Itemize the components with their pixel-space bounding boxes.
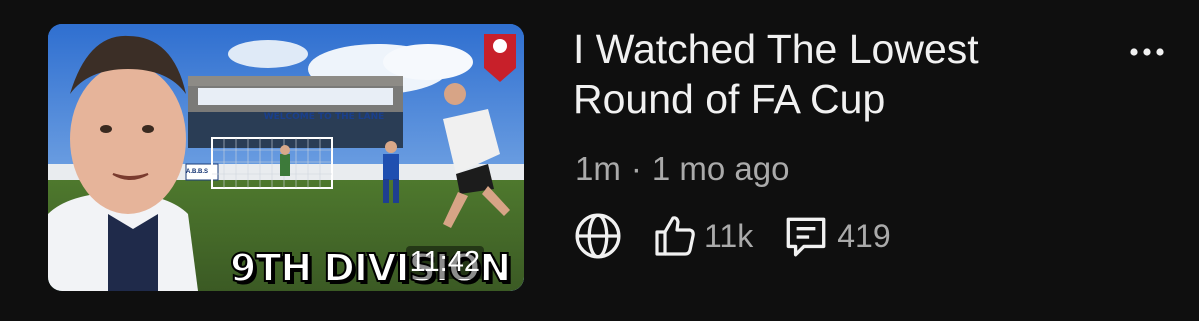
video-age: 1 mo ago [651, 150, 790, 187]
more-options-button[interactable] [1128, 42, 1168, 62]
thumbs-up-icon [655, 216, 695, 256]
comments-stat[interactable]: 419 [781, 211, 891, 261]
stand-sign-text: WELCOME TO THE LANE [263, 112, 385, 122]
globe-icon [575, 213, 621, 259]
video-thumbnail[interactable]: WELCOME TO THE LANE A.B.B.S 9TH DIVISION… [48, 24, 524, 291]
comment-icon [786, 217, 826, 257]
duration-badge: 11:42 [405, 246, 484, 279]
visibility-stat [573, 211, 623, 261]
video-list-item[interactable]: WELCOME TO THE LANE A.B.B.S 9TH DIVISION… [0, 0, 1199, 321]
video-stats: 11k 419 [573, 212, 891, 260]
separator-dot: · [630, 150, 642, 187]
video-length: 1m [575, 150, 621, 187]
likes-count: 11k [704, 217, 754, 254]
video-title[interactable]: I Watched The Lowest Round of FA Cup [573, 24, 1093, 124]
ad-board-text: A.B.B.S [186, 169, 209, 175]
video-subline: 1m · 1 mo ago [575, 150, 789, 188]
more-vertical-icon [1130, 48, 1164, 56]
likes-stat[interactable]: 11k [651, 212, 753, 260]
comments-count: 419 [837, 217, 891, 254]
